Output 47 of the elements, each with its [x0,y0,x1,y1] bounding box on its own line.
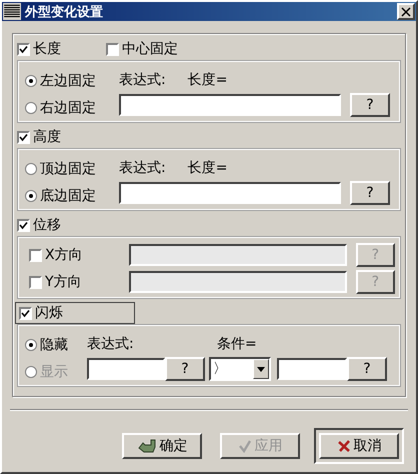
expression-label: 表达式: [87,335,135,353]
checkbox-label: 闪烁 [35,304,63,322]
checkbox-label: 中心固定 [122,40,178,58]
dialog-button[interactable]: 取消 [319,433,399,459]
radio-button[interactable] [25,75,37,87]
target-label: 长度= [188,71,228,89]
checkbox[interactable] [17,42,30,56]
checkbox-label: 位移 [33,216,61,234]
dropdown-icon [257,366,265,372]
radio-label: 顶边固定 [40,160,96,178]
close-icon [401,6,411,16]
help-button[interactable]: ? [347,357,387,381]
condition-label: 条件= [217,335,257,353]
radio-label: 右边固定 [40,99,96,117]
radio-button[interactable] [25,339,37,351]
radio-button[interactable] [25,190,37,202]
target-label: 长度= [188,159,228,177]
radio-label: 左边固定 [40,72,96,90]
radio-button[interactable] [25,163,37,175]
condition-field[interactable] [277,358,347,380]
expression-label: 表达式: [119,71,166,89]
expression-label: 表达式: [119,159,166,177]
checkbox[interactable] [17,130,30,144]
checkbox-label: 长度 [33,40,61,58]
radio-label: 显示 [40,363,68,381]
close-button[interactable] [397,3,415,20]
menu-icon[interactable] [3,3,21,20]
check-icon [238,439,252,453]
checkbox[interactable] [19,306,32,320]
help-button[interactable]: ? [350,93,390,117]
expression-field[interactable] [87,358,165,380]
expression-field[interactable] [119,94,341,116]
window-title: 外型变化设置 [25,4,104,20]
help-button[interactable]: ? [350,181,390,205]
radio-label: 隐藏 [40,336,68,354]
expression-field[interactable] [119,182,341,204]
help-button[interactable]: ? [165,357,205,381]
radio-button[interactable] [25,102,37,114]
cross-icon [336,439,350,453]
checkbox-label: X方向 [45,246,83,264]
checkbox-label: 高度 [33,128,61,146]
checkbox[interactable] [106,42,119,56]
dialog-button[interactable]: 确定 [122,433,202,459]
radio-label: 底边固定 [40,187,96,205]
checkbox[interactable] [17,218,30,232]
checkbox-label: Y方向 [45,273,82,291]
operator-dropdown[interactable]: 〉 [209,357,271,381]
